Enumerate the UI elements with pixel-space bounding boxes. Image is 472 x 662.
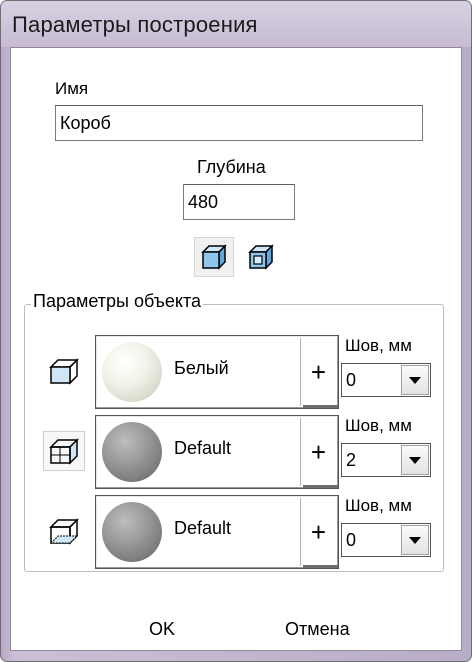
row2-add-material-button[interactable]: +	[300, 418, 338, 488]
solid-box-view-button[interactable]	[194, 237, 234, 277]
wire-cube-bottom-icon	[49, 518, 79, 545]
cancel-button[interactable]: Отмена	[285, 619, 350, 640]
row2-seam-value: 2	[346, 450, 357, 470]
material-sphere-grey	[102, 422, 162, 482]
inner-box-view-button[interactable]	[244, 239, 278, 275]
row1-add-material-button[interactable]: +	[300, 338, 338, 408]
row3-face-icon-button[interactable]	[43, 511, 85, 551]
row3-material-name: Default	[174, 518, 232, 538]
row2-face-icon-button[interactable]	[43, 431, 85, 471]
object-params-title: Параметры объекта	[31, 291, 204, 312]
row2-seam-label: Шов, мм	[345, 416, 412, 435]
name-input[interactable]	[55, 105, 423, 141]
material-sphere-white	[102, 342, 162, 402]
wire-cube-front-icon	[49, 358, 79, 385]
row1-dropdown-arrow-icon[interactable]	[401, 365, 429, 395]
row1-seam-value: 0	[346, 370, 357, 390]
depth-label: Глубина	[197, 157, 266, 177]
row2-seam-select[interactable]: 2	[341, 443, 431, 477]
row2-material-swatch[interactable]: Default +	[95, 415, 339, 489]
row3-dropdown-arrow-icon[interactable]	[401, 525, 429, 555]
ok-button[interactable]: OK	[149, 619, 175, 640]
row1-seam-label: Шов, мм	[345, 336, 412, 355]
name-label: Имя	[55, 79, 89, 98]
row2-dropdown-arrow-icon[interactable]	[401, 445, 429, 475]
material-sphere-grey	[102, 502, 162, 562]
row3-seam-select[interactable]: 0	[341, 523, 431, 557]
row3-seam-label: Шов, мм	[345, 496, 412, 515]
row3-material-swatch[interactable]: Default +	[95, 495, 339, 569]
row1-material-swatch[interactable]: Белый +	[95, 335, 339, 409]
solid-cube-icon	[201, 244, 227, 270]
row1-material-name: Белый	[174, 358, 229, 378]
depth-input[interactable]	[183, 184, 295, 220]
framed-cube-icon	[248, 244, 274, 270]
window-title: Параметры построения	[12, 12, 258, 37]
title-bar[interactable]: Параметры построения	[1, 1, 471, 47]
row3-seam-value: 0	[346, 530, 357, 550]
row1-face-icon-button[interactable]	[43, 351, 85, 391]
wire-cube-side-icon	[49, 438, 79, 465]
row1-seam-select[interactable]: 0	[341, 363, 431, 397]
row2-material-name: Default	[174, 438, 232, 458]
row3-add-material-button[interactable]: +	[300, 498, 338, 568]
dialog-window: Параметры построения Имя Глубина Парамет…	[0, 0, 472, 662]
